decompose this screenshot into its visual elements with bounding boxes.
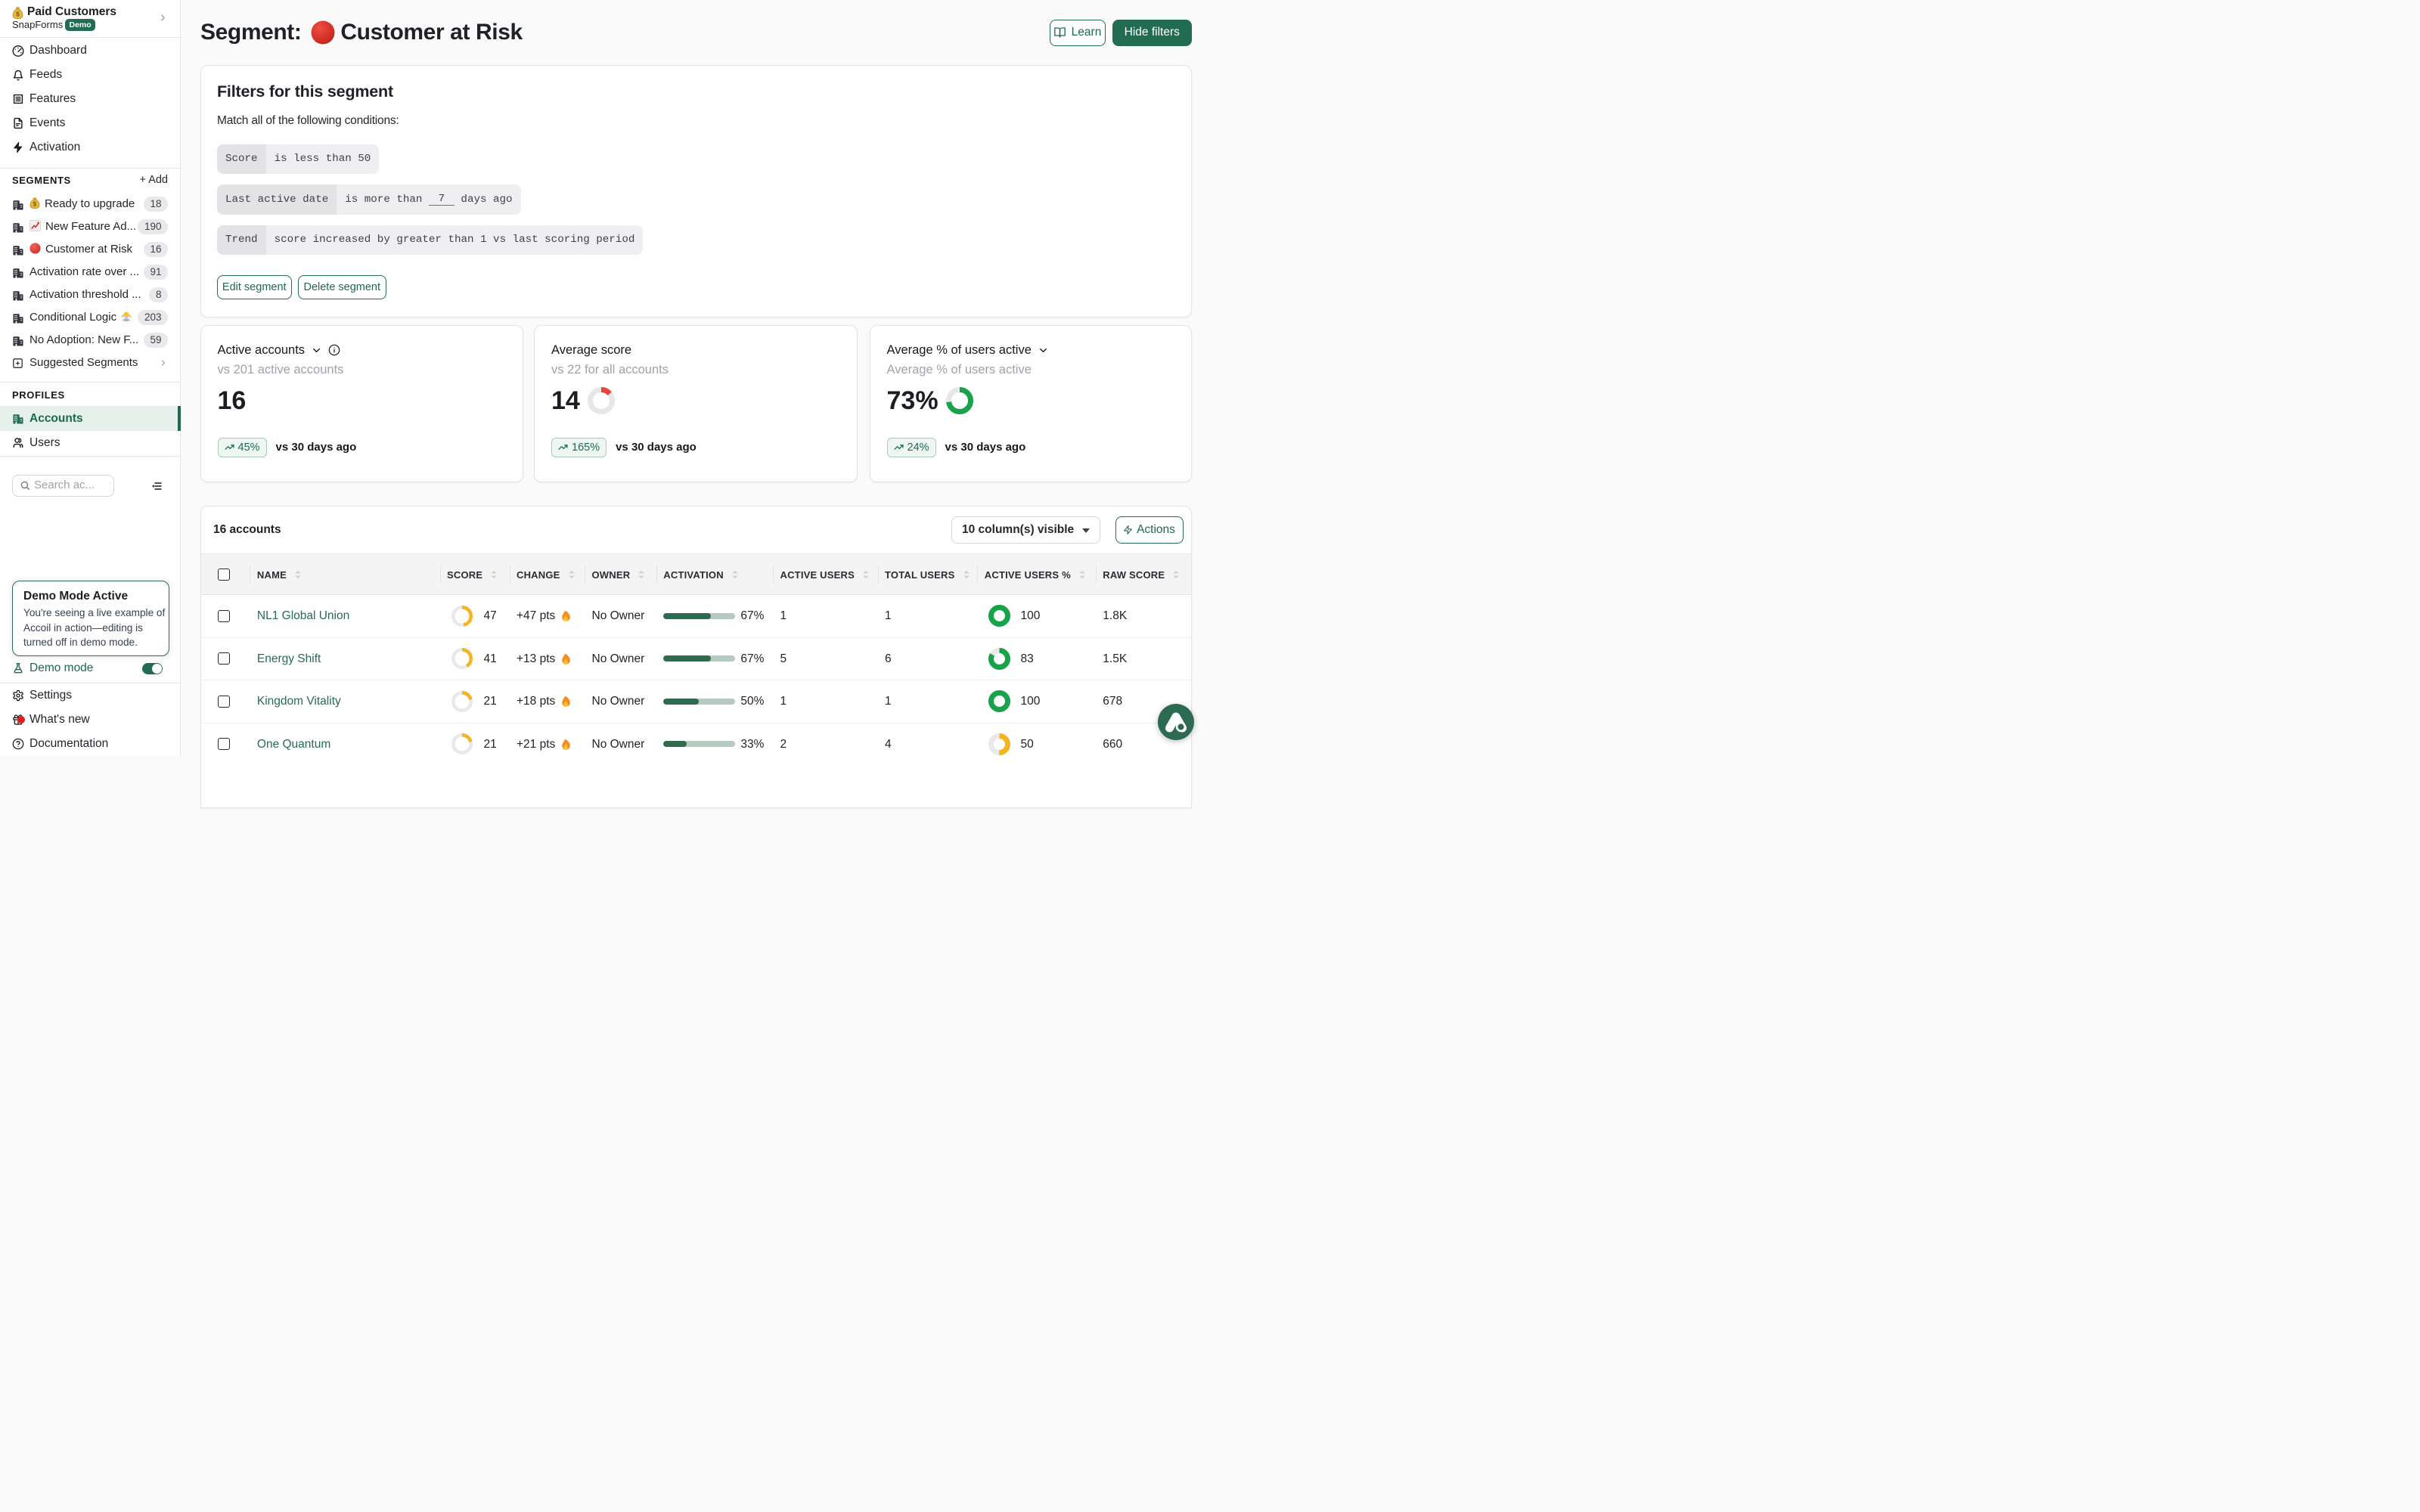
svg-text:$: $: [16, 10, 20, 17]
svg-text:$: $: [33, 201, 37, 208]
